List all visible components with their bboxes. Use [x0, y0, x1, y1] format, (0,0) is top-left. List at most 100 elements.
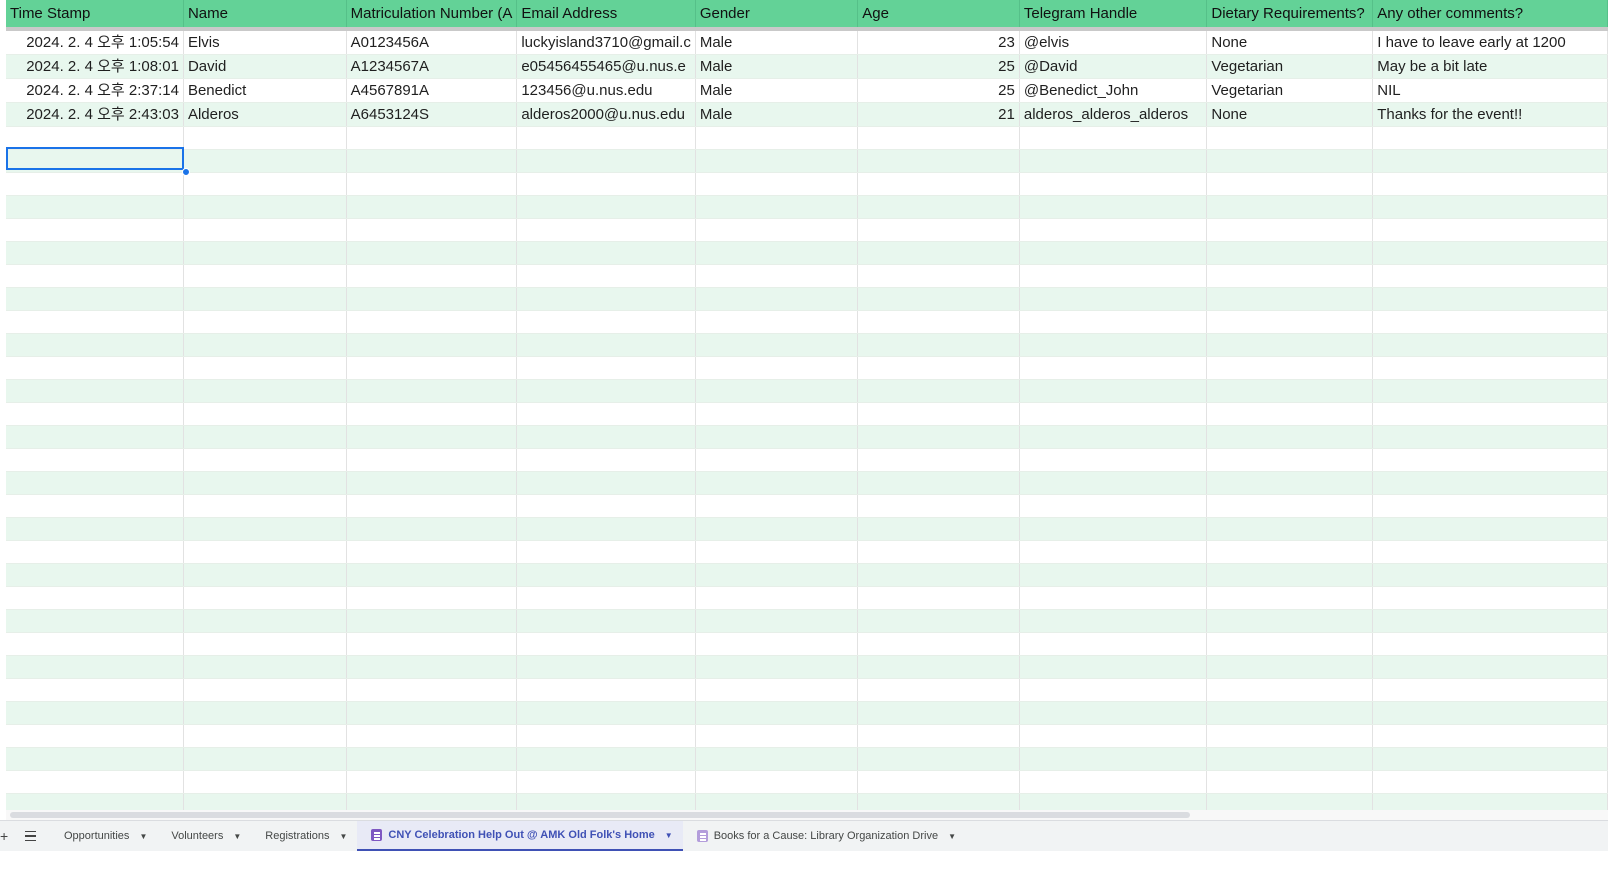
cell[interactable] — [1206, 678, 1374, 702]
cell[interactable] — [1372, 264, 1608, 288]
cell[interactable] — [1019, 701, 1208, 725]
cell[interactable] — [1019, 402, 1208, 426]
cell[interactable] — [346, 126, 518, 150]
cell[interactable] — [1372, 356, 1608, 380]
cell[interactable] — [1372, 218, 1608, 242]
cell[interactable] — [1372, 655, 1608, 679]
cell[interactable] — [1206, 701, 1374, 725]
cell[interactable] — [857, 678, 1020, 702]
cell[interactable] — [1372, 747, 1608, 771]
cell[interactable] — [346, 724, 518, 748]
cell[interactable] — [6, 747, 184, 771]
cell[interactable]: A6453124S — [346, 102, 518, 127]
cell[interactable] — [1019, 126, 1208, 150]
cell[interactable] — [183, 540, 347, 564]
cell[interactable] — [6, 149, 184, 173]
caret-down-icon[interactable]: ▼ — [948, 832, 956, 841]
cell[interactable] — [516, 724, 696, 748]
cell[interactable] — [516, 770, 696, 794]
cell[interactable] — [857, 770, 1020, 794]
cell[interactable] — [1372, 172, 1608, 196]
cell[interactable] — [516, 264, 696, 288]
cell[interactable] — [1019, 287, 1208, 311]
cell[interactable] — [183, 724, 347, 748]
cell[interactable]: Male — [695, 54, 859, 79]
cell[interactable] — [6, 218, 184, 242]
cell[interactable]: 123456@u.nus.edu — [516, 78, 696, 103]
cell[interactable] — [6, 379, 184, 403]
cell[interactable] — [1019, 172, 1208, 196]
cell[interactable] — [183, 747, 347, 771]
cell[interactable]: alderos_alderos_alderos — [1019, 102, 1208, 127]
cell[interactable] — [1019, 747, 1208, 771]
cell[interactable] — [516, 563, 696, 587]
cell[interactable]: Elvis — [183, 29, 347, 55]
cell[interactable] — [857, 609, 1020, 633]
cell[interactable] — [183, 701, 347, 725]
cell[interactable] — [1019, 586, 1208, 610]
cell[interactable] — [6, 770, 184, 794]
cell[interactable] — [695, 563, 859, 587]
cell[interactable] — [857, 310, 1020, 334]
cell[interactable] — [695, 609, 859, 633]
cell[interactable] — [183, 471, 347, 495]
cell[interactable] — [183, 241, 347, 265]
cell[interactable] — [6, 724, 184, 748]
cell[interactable] — [1019, 724, 1208, 748]
cell[interactable] — [183, 126, 347, 150]
cell[interactable] — [695, 655, 859, 679]
cell[interactable] — [516, 540, 696, 564]
cell[interactable] — [346, 402, 518, 426]
cell[interactable] — [183, 287, 347, 311]
cell[interactable] — [857, 287, 1020, 311]
cell[interactable] — [516, 747, 696, 771]
sheet-tab[interactable]: Opportunities ▼ — [50, 821, 157, 851]
cell[interactable] — [346, 655, 518, 679]
cell[interactable] — [695, 632, 859, 656]
column-header-cell[interactable]: Email Address — [516, 0, 696, 31]
cell[interactable] — [857, 517, 1020, 541]
sheet-tab[interactable]: CNY Celebration Help Out @ AMK Old Folk'… — [357, 821, 683, 851]
cell[interactable] — [183, 149, 347, 173]
cell[interactable] — [183, 379, 347, 403]
cell[interactable] — [1206, 333, 1374, 357]
cell[interactable] — [857, 218, 1020, 242]
cell[interactable] — [695, 287, 859, 311]
cell[interactable]: NIL — [1372, 78, 1608, 103]
cell[interactable] — [1019, 609, 1208, 633]
cell[interactable] — [1019, 678, 1208, 702]
cell[interactable]: David — [183, 54, 347, 79]
cell[interactable] — [1206, 471, 1374, 495]
cell[interactable] — [1019, 655, 1208, 679]
cell[interactable] — [6, 701, 184, 725]
cell[interactable]: 25 — [857, 78, 1020, 103]
cell[interactable] — [1372, 770, 1608, 794]
cell[interactable] — [1019, 195, 1208, 219]
cell[interactable] — [1206, 241, 1374, 265]
cell[interactable] — [516, 287, 696, 311]
cell[interactable]: Male — [695, 102, 859, 127]
cell[interactable] — [1206, 218, 1374, 242]
cell[interactable] — [1372, 379, 1608, 403]
cell[interactable] — [346, 425, 518, 449]
cell[interactable]: May be a bit late — [1372, 54, 1608, 79]
cell[interactable] — [695, 494, 859, 518]
cell[interactable] — [516, 356, 696, 380]
cell[interactable] — [695, 379, 859, 403]
cell[interactable] — [516, 494, 696, 518]
column-header-cell[interactable]: Any other comments? — [1372, 0, 1608, 31]
cell[interactable] — [695, 540, 859, 564]
cell[interactable]: Male — [695, 78, 859, 103]
sheet-tab[interactable]: Books for a Cause: Library Organization … — [683, 821, 966, 851]
cell[interactable]: alderos2000@u.nus.edu — [516, 102, 696, 127]
horizontal-scrollbar[interactable] — [6, 810, 1608, 820]
cell[interactable]: @David — [1019, 54, 1208, 79]
cell[interactable] — [346, 701, 518, 725]
cell[interactable] — [516, 701, 696, 725]
cell[interactable] — [6, 494, 184, 518]
cell[interactable] — [857, 448, 1020, 472]
cell[interactable] — [1372, 425, 1608, 449]
cell[interactable] — [1372, 195, 1608, 219]
sheet-tab[interactable]: Volunteers ▼ — [157, 821, 251, 851]
cell[interactable] — [6, 287, 184, 311]
